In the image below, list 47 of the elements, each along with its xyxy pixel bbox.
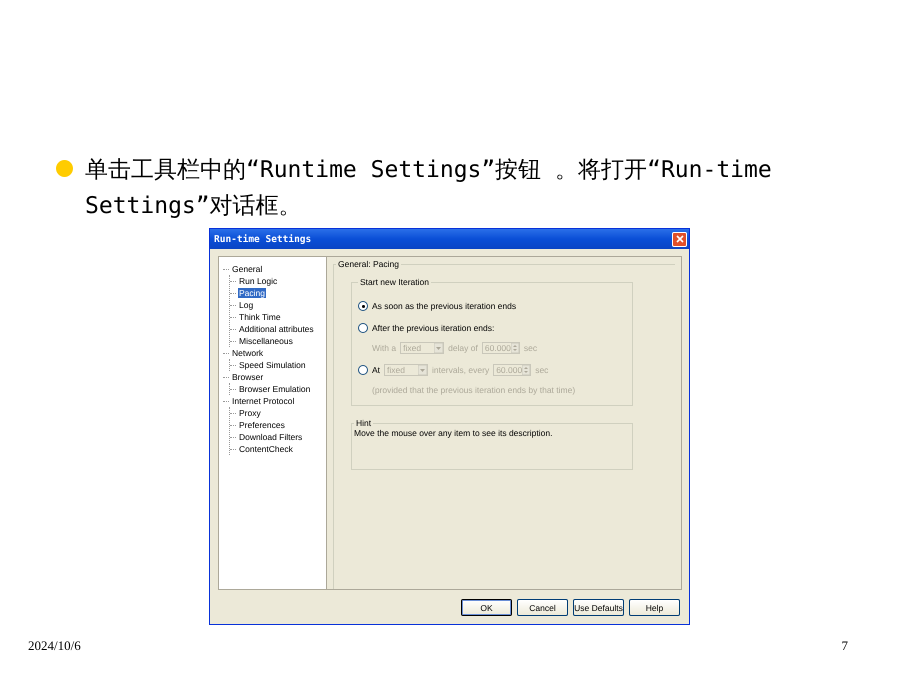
tree-item[interactable]: Browser [231, 372, 264, 382]
caret-icon [434, 343, 444, 353]
section-title: General: Pacing [337, 259, 400, 269]
tree-item[interactable]: Browser Emulation [238, 384, 312, 394]
radio-button[interactable] [358, 365, 368, 375]
option-label: delay of [448, 343, 478, 353]
option-label: (provided that the previous iteration ends by that time) [372, 385, 576, 395]
option-label: sec [535, 365, 548, 375]
group-title: Start new Iteration [359, 277, 430, 287]
option-label: sec [524, 343, 538, 353]
window-title: Run-time Settings [214, 234, 312, 244]
option-label: intervals, every [432, 365, 490, 375]
hint-text: Move the mouse over any item to see its description. [354, 428, 552, 438]
dialog-button[interactable]: Use Defaults [573, 599, 624, 616]
close-icon [676, 235, 684, 243]
tree-item[interactable]: General [231, 264, 264, 274]
tree-item[interactable]: Proxy [238, 408, 262, 418]
tree-item[interactable]: ContentCheck [238, 444, 294, 454]
tree-item[interactable]: Log [238, 300, 254, 310]
page-number: 7 [842, 638, 848, 654]
tree-item[interactable]: Pacing [238, 288, 266, 298]
spin-arrows-icon [522, 365, 530, 375]
spin-arrows-icon [510, 343, 519, 353]
caret-icon [418, 365, 428, 375]
bullet-text: 单击工具栏中的“Runtime Settings”按钮 。将打开“Run-time Settings”对话框。 [85, 156, 773, 221]
tree-item[interactable]: Download Filters [238, 432, 304, 442]
group-title: Hint [355, 418, 372, 428]
tree-item[interactable]: Preferences [238, 420, 286, 430]
tree-item[interactable]: Additional attributes [238, 324, 315, 334]
close-button[interactable] [672, 232, 687, 246]
option-label: At [372, 365, 380, 375]
option-label: With a [372, 343, 396, 353]
radio-button[interactable] [358, 323, 368, 333]
dialog-button[interactable]: Cancel [517, 599, 568, 616]
option-label: After the previous iteration ends: [372, 323, 494, 333]
tree-item[interactable]: Think Time [238, 312, 282, 322]
tree-item[interactable]: Speed Simulation [238, 360, 307, 370]
tree-item[interactable]: Miscellaneous [238, 336, 294, 346]
bullet-icon [56, 160, 73, 177]
tree-item[interactable]: Network [231, 348, 264, 358]
dialog-button[interactable]: Help [629, 599, 680, 616]
dialog-button[interactable]: OK [461, 599, 512, 616]
option-label: As soon as the previous iteration ends [372, 301, 516, 311]
tree-item[interactable]: Run Logic [238, 276, 278, 286]
tree-item[interactable]: Internet Protocol [231, 396, 296, 406]
slide-date: 2024/10/6 [28, 638, 81, 654]
radio-button[interactable] [358, 301, 368, 311]
